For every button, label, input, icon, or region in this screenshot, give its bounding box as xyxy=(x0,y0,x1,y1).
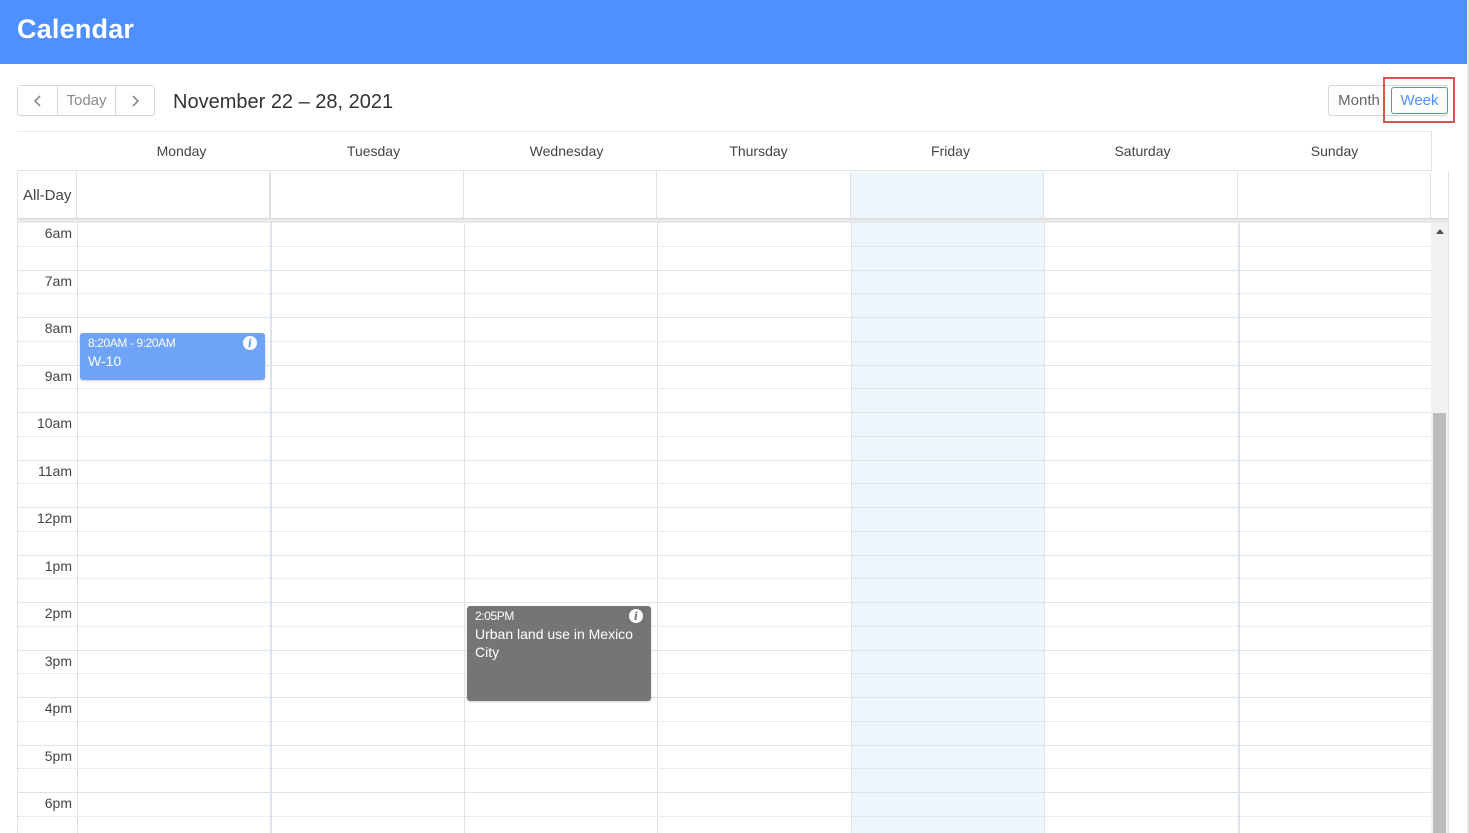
scroll-up-arrow-icon[interactable] xyxy=(1436,229,1444,234)
friday-column-highlight xyxy=(852,223,1045,833)
all-day-cell-monday[interactable] xyxy=(76,172,270,218)
day-header-friday[interactable]: Friday xyxy=(854,143,1047,159)
hour-label: 2pm xyxy=(44,605,72,621)
half-hour-gridline xyxy=(18,388,1431,389)
info-icon[interactable]: i xyxy=(629,609,643,623)
time-grid[interactable]: 6am 7am 8am 9am 10am 11am 12pm 1pm 2pm 3pm 4pm 5pm 6… xyxy=(17,223,1431,833)
event-time: 8:20AM - 9:20AM xyxy=(88,336,176,350)
previous-week-button[interactable] xyxy=(18,86,58,115)
scrollbar-thumb[interactable] xyxy=(1433,413,1446,833)
hour-label: 4pm xyxy=(44,700,72,716)
all-day-cell-friday[interactable] xyxy=(850,172,1043,218)
hour-gridline xyxy=(18,317,1431,318)
hour-label: 1pm xyxy=(44,558,72,574)
event-time: 2:05PM xyxy=(475,609,514,623)
event-title: Urban land use in Mexico City xyxy=(475,626,633,660)
half-hour-gridline xyxy=(18,483,1431,484)
day-header-wednesday[interactable]: Wednesday xyxy=(470,143,663,159)
event-urban-land-use[interactable]: 2:05PM Urban land use in Mexico City i xyxy=(467,606,651,701)
header-divider xyxy=(1431,131,1432,171)
hour-gridline xyxy=(18,650,1431,651)
hour-gridline xyxy=(18,270,1431,271)
all-day-cell-sunday[interactable] xyxy=(1237,172,1431,218)
half-hour-gridline xyxy=(18,626,1431,627)
half-hour-gridline xyxy=(18,816,1431,817)
app-header: Calendar xyxy=(0,0,1467,64)
column-divider xyxy=(1044,223,1045,833)
info-icon[interactable]: i xyxy=(243,336,257,350)
hour-label: 12pm xyxy=(36,510,72,526)
event-w-10[interactable]: 8:20AM - 9:20AM W-10 i xyxy=(80,333,265,380)
event-title: W-10 xyxy=(88,353,122,369)
hour-gridline xyxy=(18,507,1431,508)
hour-label: 3pm xyxy=(44,653,72,669)
column-divider xyxy=(270,223,272,833)
today-button[interactable]: Today xyxy=(58,86,116,115)
column-divider xyxy=(851,223,852,833)
hour-label: 6am xyxy=(44,225,72,241)
hour-gridline xyxy=(18,745,1431,746)
column-divider xyxy=(657,223,658,833)
column-divider xyxy=(464,223,465,833)
column-divider xyxy=(1238,223,1240,833)
app-title: Calendar xyxy=(17,14,135,44)
vertical-scrollbar[interactable] xyxy=(1431,223,1449,833)
hour-label: 8am xyxy=(44,320,72,336)
half-hour-gridline xyxy=(18,246,1431,247)
view-switcher: Month Week xyxy=(1328,85,1448,116)
hour-label: 6pm xyxy=(44,795,72,811)
hour-gridline xyxy=(18,555,1431,556)
half-hour-gridline xyxy=(18,721,1431,722)
day-header-sunday[interactable]: Sunday xyxy=(1238,143,1431,159)
all-day-cell-thursday[interactable] xyxy=(656,172,850,218)
day-header-thursday[interactable]: Thursday xyxy=(662,143,855,159)
half-hour-gridline xyxy=(18,531,1431,532)
next-week-button[interactable] xyxy=(116,86,154,115)
chevron-right-icon xyxy=(132,94,140,107)
week-view-button[interactable]: Week xyxy=(1391,87,1448,114)
hour-gridline xyxy=(18,460,1431,461)
hour-label: 7am xyxy=(44,273,72,289)
hour-label: 10am xyxy=(36,415,72,431)
hour-gridline xyxy=(18,602,1431,603)
hour-gridline xyxy=(18,792,1431,793)
hour-gridline xyxy=(18,412,1431,413)
navigation-button-group: Today xyxy=(17,85,155,116)
chevron-left-icon xyxy=(33,94,41,107)
all-day-cell-wednesday[interactable] xyxy=(463,172,656,218)
half-hour-gridline xyxy=(18,436,1431,437)
all-day-cell-saturday[interactable] xyxy=(1043,172,1237,218)
time-gutter-divider xyxy=(77,223,78,833)
half-hour-gridline xyxy=(18,578,1431,579)
hour-label: 11am xyxy=(38,463,72,479)
hour-label: 5pm xyxy=(44,748,72,764)
half-hour-gridline xyxy=(18,768,1431,769)
day-header-saturday[interactable]: Saturday xyxy=(1046,143,1239,159)
hour-label: 9am xyxy=(44,368,72,384)
month-view-button[interactable]: Month xyxy=(1329,86,1389,115)
half-hour-gridline xyxy=(18,293,1431,294)
half-hour-gridline xyxy=(18,673,1431,674)
hour-gridline xyxy=(18,697,1431,698)
all-day-label: All-Day xyxy=(23,187,72,204)
day-header-monday[interactable]: Monday xyxy=(85,143,278,159)
day-header-tuesday[interactable]: Tuesday xyxy=(277,143,470,159)
all-day-cell-tuesday[interactable] xyxy=(270,172,463,218)
date-range-title: November 22 – 28, 2021 xyxy=(173,91,394,113)
